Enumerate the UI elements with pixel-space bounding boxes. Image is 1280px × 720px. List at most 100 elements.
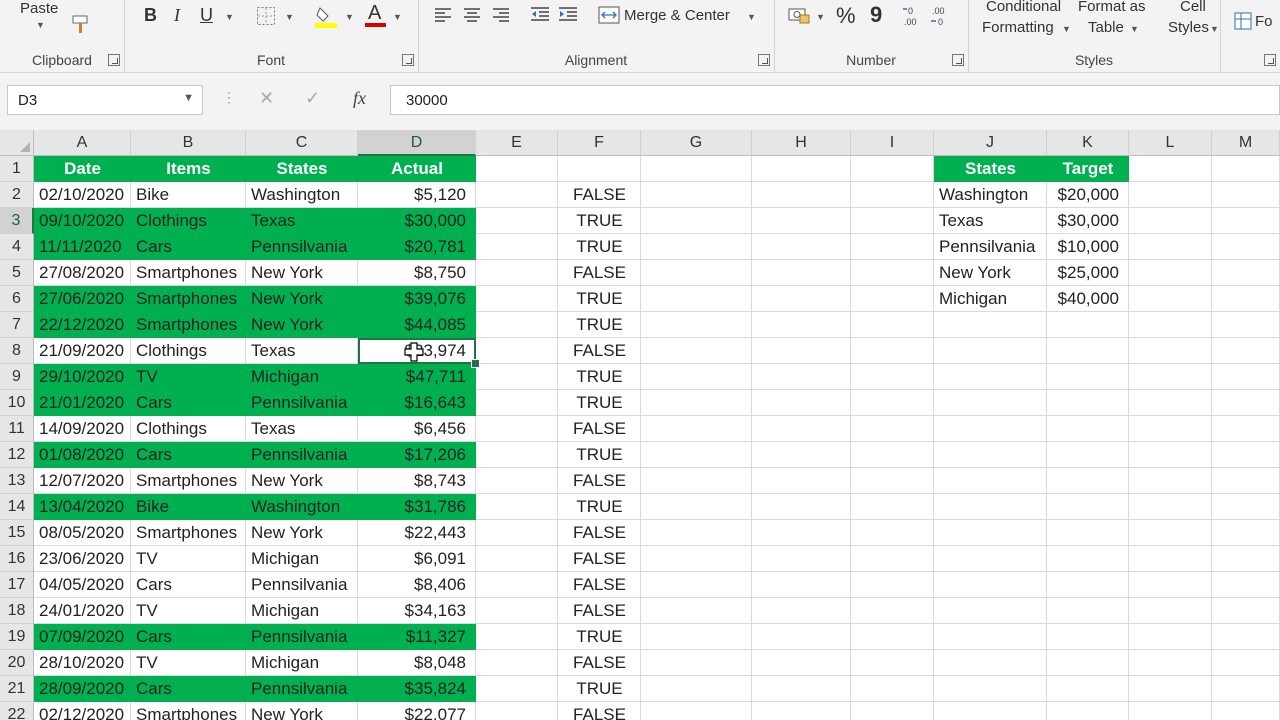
cell-state[interactable]: Texas <box>246 338 358 364</box>
cell-actual[interactable]: $39,076 <box>358 286 476 312</box>
align-left-icon[interactable] <box>434 6 452 24</box>
decrease-decimal-icon[interactable]: .00 0 <box>930 4 954 28</box>
cell-date[interactable]: 04/05/2020 <box>34 572 131 598</box>
cell-state[interactable]: New York <box>246 702 358 720</box>
row-header-11[interactable]: 11 <box>0 416 34 442</box>
row-header-5[interactable]: 5 <box>0 260 34 286</box>
target-header-target[interactable]: Target <box>1047 156 1129 182</box>
cell-date[interactable]: 27/08/2020 <box>34 260 131 286</box>
percent-style-button[interactable]: % <box>836 3 856 29</box>
column-header-c[interactable]: C <box>246 130 358 156</box>
column-header-l[interactable]: L <box>1129 130 1212 156</box>
row-header-19[interactable]: 19 <box>0 624 34 650</box>
cell-check-result[interactable]: TRUE <box>558 208 641 234</box>
cell-item[interactable]: Smartphones <box>131 260 246 286</box>
cell-state[interactable]: Michigan <box>246 598 358 624</box>
number-launcher-icon[interactable] <box>952 54 964 66</box>
cell-state[interactable]: New York <box>246 286 358 312</box>
target-state[interactable]: Pennsilvania <box>934 234 1047 260</box>
cell-item[interactable]: Smartphones <box>131 520 246 546</box>
formula-input[interactable]: 30000 <box>390 85 1280 115</box>
row-header-17[interactable]: 17 <box>0 572 34 598</box>
cell-item[interactable]: Cars <box>131 572 246 598</box>
cell-actual[interactable]: $16,643 <box>358 390 476 416</box>
row-header-13[interactable]: 13 <box>0 468 34 494</box>
cell-item[interactable]: Clothings <box>131 208 246 234</box>
cell-state[interactable]: New York <box>246 312 358 338</box>
decrease-indent-icon[interactable] <box>530 6 550 24</box>
cell-state[interactable]: Washington <box>246 182 358 208</box>
cell-actual[interactable]: $6,091 <box>358 546 476 572</box>
cell-state[interactable]: Michigan <box>246 364 358 390</box>
comma-style-button[interactable]: 9 <box>870 2 882 28</box>
cell-item[interactable]: TV <box>131 650 246 676</box>
row-header-7[interactable]: 7 <box>0 312 34 338</box>
cell-actual[interactable]: $35,824 <box>358 676 476 702</box>
cell-state[interactable]: New York <box>246 520 358 546</box>
cell-check-result[interactable]: FALSE <box>558 416 641 442</box>
fill-color-dropdown-icon[interactable]: ▼ <box>345 12 354 22</box>
increase-indent-icon[interactable] <box>558 6 578 24</box>
cell-state[interactable]: Pennsilvania <box>246 676 358 702</box>
merge-dropdown-icon[interactable]: ▼ <box>747 12 756 22</box>
table-header-items[interactable]: Items <box>131 156 246 182</box>
column-header-k[interactable]: K <box>1047 130 1129 156</box>
cell-state[interactable]: Texas <box>246 208 358 234</box>
cell-item[interactable]: TV <box>131 364 246 390</box>
column-header-f[interactable]: F <box>558 130 641 156</box>
cell-date[interactable]: 29/10/2020 <box>34 364 131 390</box>
cell-actual[interactable]: $8,750 <box>358 260 476 286</box>
cell-date[interactable]: 23/06/2020 <box>34 546 131 572</box>
enter-entry-icon[interactable]: ✓ <box>305 88 320 109</box>
column-header-d[interactable]: D <box>358 130 476 156</box>
font-launcher-icon[interactable] <box>402 54 414 66</box>
row-header-8[interactable]: 8 <box>0 338 34 364</box>
cell-item[interactable]: Smartphones <box>131 312 246 338</box>
cell-state[interactable]: Pennsilvania <box>246 442 358 468</box>
cell-date[interactable]: 21/09/2020 <box>34 338 131 364</box>
italic-button[interactable]: I <box>174 5 180 26</box>
cell-check-result[interactable]: TRUE <box>558 624 641 650</box>
target-value[interactable]: $10,000 <box>1047 234 1129 260</box>
column-header-g[interactable]: G <box>641 130 752 156</box>
cell-check-result[interactable]: TRUE <box>558 442 641 468</box>
row-header-9[interactable]: 9 <box>0 364 34 390</box>
cell-item[interactable]: TV <box>131 598 246 624</box>
row-header-15[interactable]: 15 <box>0 520 34 546</box>
cell-state[interactable]: Pennsilvania <box>246 624 358 650</box>
column-header-i[interactable]: I <box>851 130 934 156</box>
cell-item[interactable]: Smartphones <box>131 702 246 720</box>
cancel-entry-icon[interactable]: ✕ <box>259 88 274 109</box>
cell-item[interactable]: Cars <box>131 234 246 260</box>
align-right-icon[interactable] <box>492 6 510 24</box>
column-header-e[interactable]: E <box>476 130 558 156</box>
accounting-format-icon[interactable] <box>788 6 810 24</box>
cell-date[interactable]: 28/09/2020 <box>34 676 131 702</box>
cell-actual[interactable]: $20,781 <box>358 234 476 260</box>
cell-state[interactable]: Pennsilvania <box>246 390 358 416</box>
cell-actual[interactable]: $11,327 <box>358 624 476 650</box>
cell-state[interactable]: Texas <box>246 416 358 442</box>
cell-item[interactable]: TV <box>131 546 246 572</box>
target-value[interactable]: $30,000 <box>1047 208 1129 234</box>
cell-actual[interactable]: $5,120 <box>358 182 476 208</box>
paste-dropdown-icon[interactable]: ▼ <box>36 20 45 30</box>
column-header-b[interactable]: B <box>131 130 246 156</box>
table-header-date[interactable]: Date <box>34 156 131 182</box>
cell-state[interactable]: Pennsilvania <box>246 234 358 260</box>
cell-state[interactable]: New York <box>246 468 358 494</box>
row-header-6[interactable]: 6 <box>0 286 34 312</box>
cell-check-result[interactable]: FALSE <box>558 546 641 572</box>
borders-icon[interactable] <box>256 6 276 26</box>
cell-date[interactable]: 24/01/2020 <box>34 598 131 624</box>
font-color-button[interactable]: A <box>368 2 381 25</box>
fill-handle[interactable] <box>471 359 480 368</box>
merge-center-icon[interactable] <box>598 5 620 25</box>
worksheet-grid[interactable]: ABCDEFGHIJKLM 1 2 3 4 5 6 7 8 9 10 11 12 13 14 15 16 17 1… <box>0 130 1280 720</box>
target-value[interactable]: $20,000 <box>1047 182 1129 208</box>
row-header-2[interactable]: 2 <box>0 182 34 208</box>
cell-check-result[interactable]: FALSE <box>558 338 641 364</box>
font-color-dropdown-icon[interactable]: ▼ <box>393 12 402 22</box>
target-value[interactable]: $40,000 <box>1047 286 1129 312</box>
cell-date[interactable]: 07/09/2020 <box>34 624 131 650</box>
